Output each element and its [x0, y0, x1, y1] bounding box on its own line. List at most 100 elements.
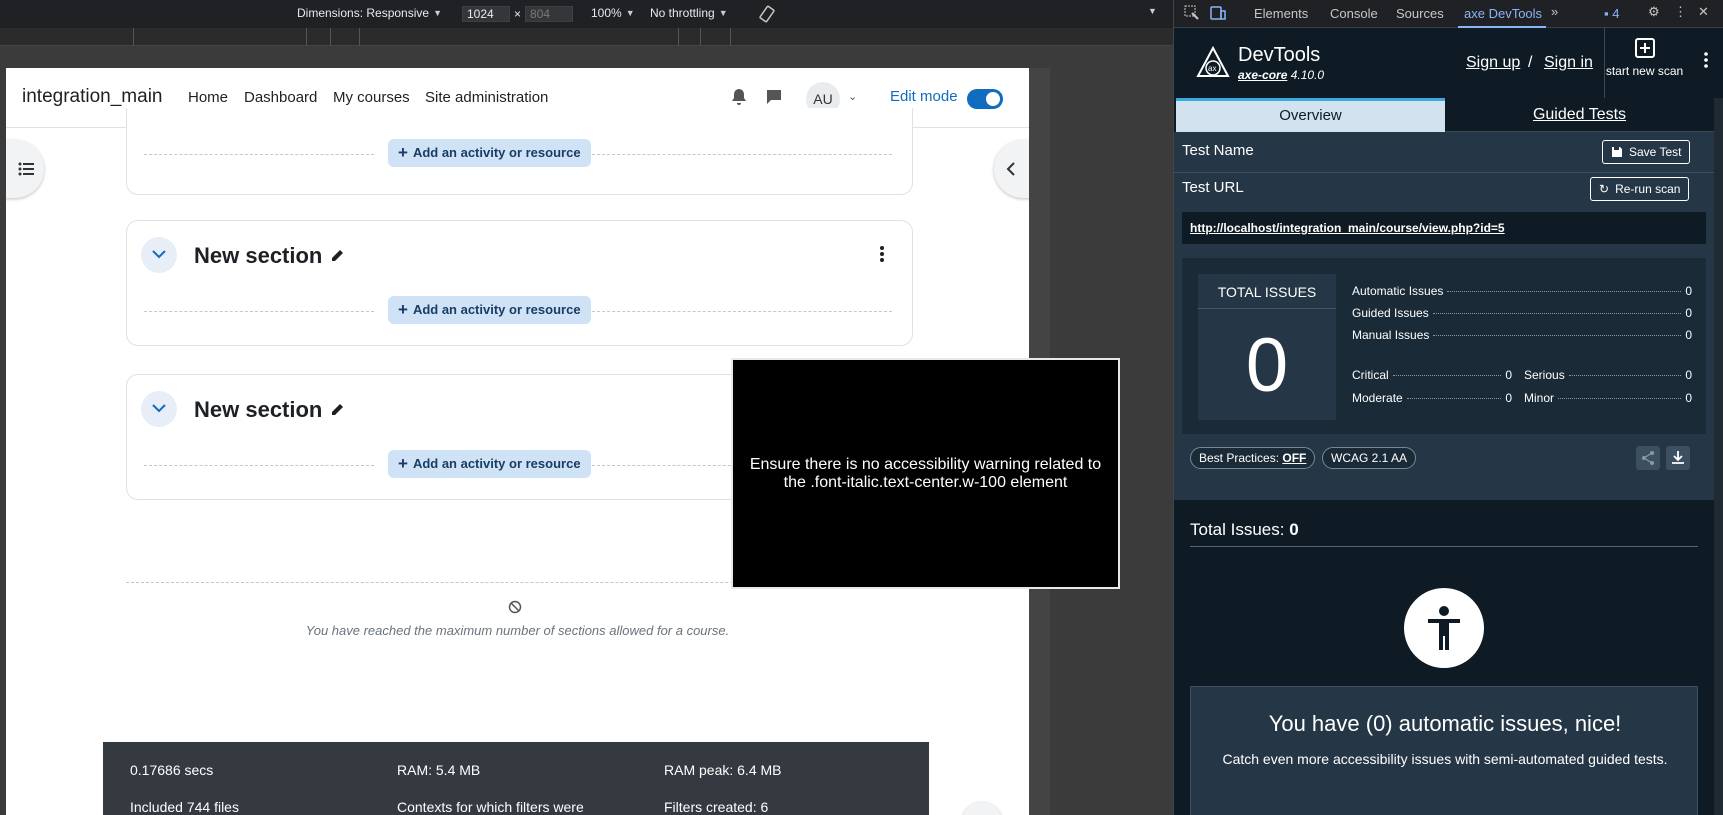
download-icon[interactable]: [1666, 446, 1690, 470]
device-toggle-icon[interactable]: [1210, 5, 1226, 24]
axe-logo-icon: ax: [1196, 46, 1230, 77]
edit-mode-toggle[interactable]: [967, 89, 1003, 109]
tab-console[interactable]: Console: [1330, 6, 1378, 21]
scrollbar[interactable]: [1714, 98, 1723, 815]
rerun-scan-label: Re-run scan: [1615, 182, 1681, 196]
inspect-icon[interactable]: [1184, 5, 1200, 24]
course-section-partial: + Add an activity or resource: [126, 108, 913, 195]
pencil-icon[interactable]: [329, 402, 345, 423]
footer-contexts: Contexts for which filters were: [397, 799, 584, 815]
section-title[interactable]: New section: [194, 397, 322, 423]
axe-overview: Test Name Save Test Test URL ↻ Re-run sc…: [1174, 132, 1714, 815]
add-activity-label: Add an activity or resource: [412, 302, 581, 317]
plus-icon: +: [398, 300, 408, 319]
chevron-down-icon[interactable]: ⌄: [848, 90, 857, 103]
site-name[interactable]: integration_main: [22, 86, 162, 108]
share-icon[interactable]: [1636, 446, 1660, 470]
add-activity-button[interactable]: + Add an activity or resource: [388, 296, 591, 324]
add-activity-button[interactable]: + Add an activity or resource: [388, 450, 591, 478]
automatic-issues-row[interactable]: Automatic Issues 0: [1352, 284, 1692, 298]
zoom-select[interactable]: 100% ▼: [591, 6, 635, 20]
tab-sources[interactable]: Sources: [1396, 6, 1444, 21]
ruler: [0, 28, 1173, 46]
message-icon: ▪: [1604, 6, 1609, 21]
messages-icon[interactable]: [765, 88, 783, 106]
throttling-select[interactable]: No throttling ▼: [650, 6, 728, 20]
sign-in-link[interactable]: Sign in: [1544, 54, 1593, 72]
test-url-label: Test URL: [1182, 179, 1244, 196]
critical-row[interactable]: Critical 0: [1352, 368, 1512, 382]
save-test-button[interactable]: Save Test: [1602, 140, 1691, 164]
chevron-down-icon: ▼: [625, 8, 635, 18]
footer-secs: 0.17686 secs: [130, 762, 214, 778]
width-input[interactable]: 1024: [462, 6, 510, 22]
collapse-section-button[interactable]: [141, 237, 177, 273]
bell-icon[interactable]: [731, 88, 749, 106]
axe-version-number: 4.10.0: [1290, 68, 1325, 82]
wcag-standard-pill[interactable]: WCAG 2.1 AA: [1322, 447, 1417, 469]
issues-badge[interactable]: ▪ 4: [1604, 6, 1619, 21]
tab-axe-devtools[interactable]: axe DevTools: [1464, 6, 1542, 21]
start-new-scan-button[interactable]: start new scan: [1604, 28, 1684, 98]
footer-ram: RAM: 5.4 MB: [397, 762, 481, 778]
more-options-icon[interactable]: ▼: [1148, 6, 1157, 16]
height-input[interactable]: 804: [525, 6, 574, 22]
dimensions-label: Dimensions: Responsive: [297, 6, 430, 20]
axe-menu-icon[interactable]: [1704, 52, 1708, 73]
course-index-drawer-button[interactable]: [6, 140, 44, 198]
collapse-section-button[interactable]: [141, 391, 177, 427]
axe-tabs: Overview Guided Tests: [1176, 98, 1714, 132]
section-menu-icon[interactable]: [879, 245, 885, 265]
dimensions-select[interactable]: Dimensions: Responsive ▼: [297, 6, 442, 20]
tab-elements[interactable]: Elements: [1254, 6, 1308, 21]
axe-title: DevTools: [1238, 44, 1321, 66]
back-to-top-button[interactable]: [962, 802, 1002, 815]
best-practices-value: OFF: [1282, 451, 1307, 465]
separator: /: [1528, 54, 1533, 71]
axe-engine-link[interactable]: axe-core: [1238, 68, 1287, 82]
save-test-label: Save Test: [1629, 145, 1682, 159]
kebab-icon[interactable]: ⋮: [1674, 4, 1687, 20]
test-url-link[interactable]: http://localhost/integration_main/course…: [1182, 212, 1706, 244]
nav-dashboard[interactable]: Dashboard: [244, 89, 317, 106]
edit-mode-label: Edit mode: [890, 88, 958, 105]
chevron-down-icon: [152, 250, 166, 259]
manual-issues-row[interactable]: Manual Issues 0: [1352, 328, 1692, 342]
minor-row[interactable]: Minor 0: [1524, 391, 1692, 405]
chevron-left-icon: [1006, 162, 1015, 176]
test-name-label: Test Name: [1182, 142, 1254, 159]
rerun-scan-button[interactable]: ↻ Re-run scan: [1590, 177, 1690, 201]
performance-footer: 0.17686 secs RAM: 5.4 MB RAM peak: 6.4 M…: [103, 742, 929, 815]
pencil-icon[interactable]: [329, 248, 345, 269]
refresh-icon: ↻: [1599, 182, 1610, 196]
tab-guided-tests[interactable]: Guided Tests: [1445, 98, 1714, 132]
issues-results: Total Issues: 0 You have (0) automatic i…: [1174, 500, 1714, 815]
section-title[interactable]: New section: [194, 243, 322, 269]
nav-my-courses[interactable]: My courses: [333, 89, 410, 106]
nav-site-administration[interactable]: Site administration: [425, 89, 548, 106]
no-issues-subtitle: Catch even more accessibility issues wit…: [1222, 751, 1668, 767]
moderate-row[interactable]: Moderate 0: [1352, 391, 1512, 405]
screen: Dimensions: Responsive ▼ 1024 × 804 100%…: [0, 0, 1723, 815]
course-section: New section + Add an activity or resourc…: [126, 220, 913, 346]
sign-up-link[interactable]: Sign up: [1466, 54, 1520, 72]
total-issues-label: TOTAL ISSUES: [1198, 284, 1336, 309]
serious-row[interactable]: Serious 0: [1524, 368, 1692, 382]
gear-icon[interactable]: ⚙: [1648, 4, 1660, 20]
tab-overview[interactable]: Overview: [1176, 98, 1445, 132]
plus-square-icon: [1635, 38, 1655, 58]
rotate-icon[interactable]: [758, 5, 776, 23]
nav-home[interactable]: Home: [188, 89, 228, 106]
issues-badge-count: 4: [1612, 6, 1620, 21]
add-activity-button[interactable]: + Add an activity or resource: [388, 139, 591, 167]
add-activity-label: Add an activity or resource: [412, 145, 581, 160]
save-icon: [1612, 147, 1622, 157]
guided-issues-row[interactable]: Guided Issues 0: [1352, 306, 1692, 320]
chevron-down-icon: ▼: [433, 8, 442, 18]
close-icon[interactable]: ✕: [1698, 4, 1709, 20]
axe-header: ax DevTools axe-core 4.10.0 Sign up / Si…: [1174, 28, 1723, 98]
block-drawer-button[interactable]: [994, 140, 1029, 198]
best-practices-toggle[interactable]: Best Practices: OFF: [1190, 447, 1316, 469]
devtools-tabbar: Elements Console Sources axe DevTools » …: [1174, 0, 1723, 28]
more-tabs-icon[interactable]: »: [1551, 4, 1558, 19]
